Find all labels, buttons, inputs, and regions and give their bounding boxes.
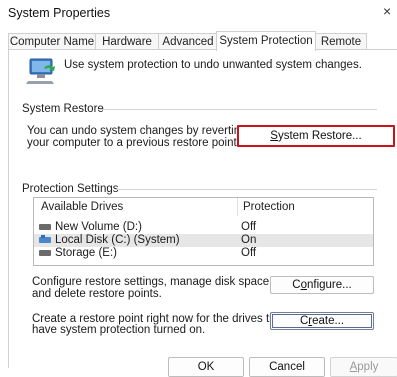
- drive-icon: [39, 224, 51, 230]
- drive-name: Storage (E:): [55, 247, 117, 259]
- ok-button[interactable]: OK: [168, 357, 244, 377]
- create-button[interactable]: Create...: [270, 312, 374, 330]
- system-restore-divider: [98, 109, 377, 110]
- system-restore-button[interactable]: System Restore...: [237, 125, 395, 147]
- drives-table: Available Drives Protection New Volume (…: [33, 197, 374, 266]
- column-header-available-drives[interactable]: Available Drives: [41, 198, 123, 216]
- configure-button[interactable]: Configure...: [270, 276, 374, 294]
- protection-settings-heading: Protection Settings: [22, 183, 119, 195]
- drive-name: New Volume (D:): [55, 221, 142, 233]
- drive-name: Local Disk (C:) (System): [55, 234, 180, 246]
- cancel-button[interactable]: Cancel: [249, 357, 325, 377]
- table-row[interactable]: New Volume (D:) Off: [34, 221, 373, 234]
- system-restore-description-line1: You can undo system changes by reverting: [27, 125, 247, 137]
- table-row[interactable]: Storage (E:) Off: [34, 247, 373, 260]
- tab-advanced[interactable]: Advanced: [158, 33, 218, 50]
- computer-shield-icon: [24, 55, 58, 87]
- tab-remote[interactable]: Remote: [315, 33, 367, 50]
- protection-settings-divider: [115, 189, 377, 190]
- table-row[interactable]: Local Disk (C:) (System) On: [34, 234, 373, 247]
- tab-system-protection[interactable]: System Protection: [216, 31, 316, 51]
- intro-text: Use system protection to undo unwanted s…: [64, 59, 362, 71]
- close-icon[interactable]: ×: [383, 3, 391, 19]
- drive-icon: [39, 250, 51, 256]
- system-drive-icon: [39, 235, 51, 243]
- configure-description-line1: Configure restore settings, manage disk …: [32, 276, 273, 288]
- create-description-line2: have system protection turned on.: [32, 324, 206, 336]
- system-restore-heading: System Restore: [22, 103, 104, 115]
- drive-protection: Off: [241, 221, 257, 233]
- drive-protection: Off: [241, 247, 257, 259]
- tab-hardware[interactable]: Hardware: [95, 33, 159, 50]
- apply-button[interactable]: Apply: [330, 357, 397, 377]
- column-header-protection[interactable]: Protection: [243, 198, 295, 216]
- system-restore-description-line2: your computer to a previous restore poin…: [27, 137, 240, 149]
- configure-description-line2: and delete restore points.: [32, 288, 162, 300]
- column-divider: [237, 198, 238, 216]
- drive-protection: On: [241, 234, 257, 246]
- window-title: System Properties: [8, 6, 111, 20]
- tab-computer-name[interactable]: Computer Name: [8, 33, 96, 50]
